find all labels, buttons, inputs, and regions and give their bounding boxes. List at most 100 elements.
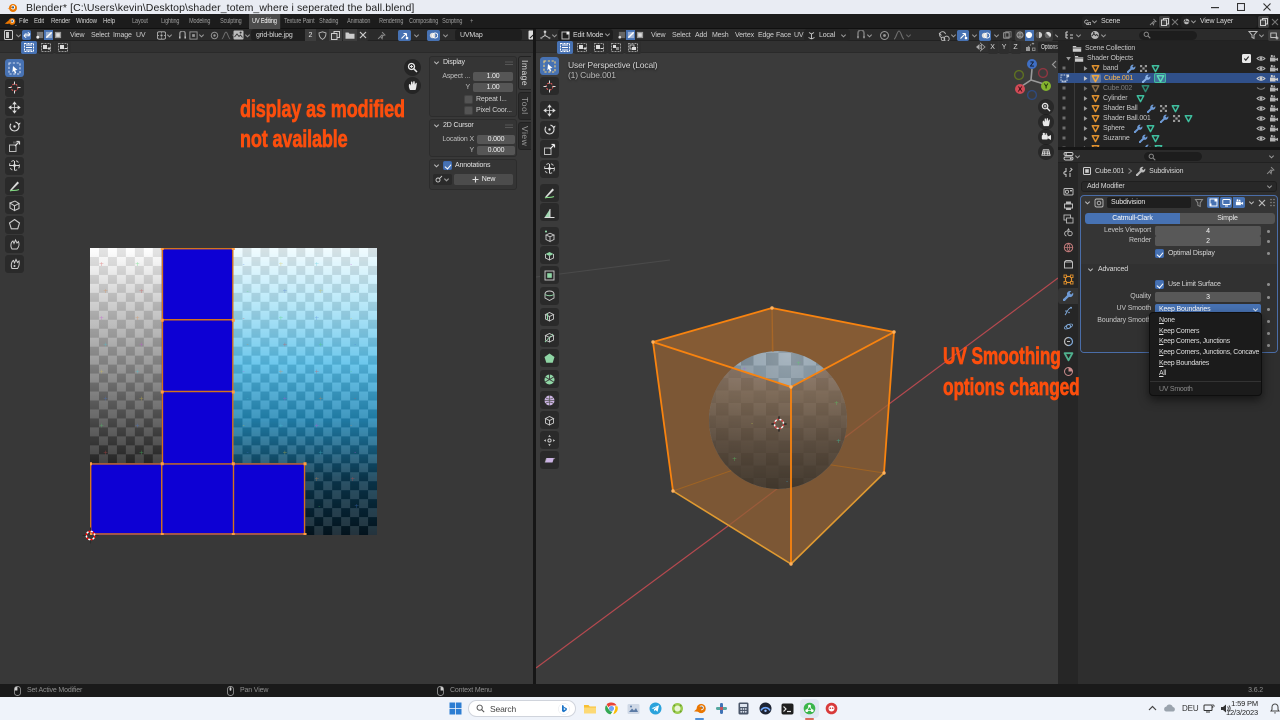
tab-particles-icon[interactable]: [1063, 306, 1074, 317]
simple-button[interactable]: Simple: [1180, 213, 1275, 224]
disclosure-triangle-icon[interactable]: [1082, 125, 1089, 132]
vp-tool-spin[interactable]: [540, 370, 559, 388]
network-tray-icon[interactable]: [1203, 703, 1215, 714]
uv-image-canvas[interactable]: + + - + + - + + - + + - + + - + + - + + …: [90, 248, 377, 535]
properties-search-input[interactable]: [1144, 152, 1202, 161]
show-overlays-toggle[interactable]: [979, 30, 991, 41]
disable-render-icon[interactable]: [1269, 54, 1279, 63]
visibility-icon[interactable]: [938, 31, 950, 41]
shading-solid-button[interactable]: [1025, 30, 1035, 41]
editor-type-chevron-icon[interactable]: [1075, 32, 1082, 39]
snap-magnet-icon[interactable]: [856, 30, 866, 40]
menu-window[interactable]: Window: [76, 18, 97, 25]
vp-tool-measure[interactable]: [540, 203, 559, 221]
outliner-row-cube-002[interactable]: Cube.002: [1058, 83, 1280, 93]
menu-item-none[interactable]: None: [1150, 315, 1261, 326]
select-mode-new-button[interactable]: [21, 41, 37, 54]
workspace-tab-shading[interactable]: Shading: [316, 14, 341, 29]
image-open-button[interactable]: [343, 29, 357, 41]
disclosure-triangle-icon[interactable]: [1082, 85, 1089, 92]
display-realtime-toggle[interactable]: [1220, 197, 1232, 208]
uv-tool-select-box[interactable]: [5, 59, 24, 77]
tab-render-icon[interactable]: [1063, 186, 1074, 197]
uv-select-edge-button[interactable]: [44, 30, 53, 40]
mirror-z-button[interactable]: Z: [1011, 41, 1021, 54]
uv-menu-image[interactable]: Image: [113, 32, 132, 39]
vp-menu-face[interactable]: Face: [776, 32, 791, 39]
proportional-editing-icon[interactable]: [879, 30, 890, 41]
close-button[interactable]: [1254, 0, 1280, 14]
vp-tool-move[interactable]: [540, 101, 559, 119]
menu-item-keep-corners-junctions-concave[interactable]: Keep Corners, Junctions, Concave: [1150, 347, 1261, 358]
sidebar-collapse-arrow[interactable]: [1051, 60, 1057, 69]
vp-tool-transform[interactable]: [540, 160, 559, 178]
vp-menu-vertex[interactable]: Vertex: [735, 32, 754, 39]
overlays-chevron-icon[interactable]: [993, 32, 1000, 39]
image-browse-chevron-icon[interactable]: [244, 32, 251, 39]
image-name-field[interactable]: grid-blue.jpg: [251, 29, 305, 41]
vp-tool-knife[interactable]: [540, 329, 559, 347]
uv-tool-rip-region[interactable]: [5, 196, 24, 214]
image-browse-icon[interactable]: [233, 30, 244, 40]
menu-item-keep-corners[interactable]: Keep Corners: [1150, 326, 1261, 337]
edge-select-button[interactable]: [626, 30, 635, 40]
editor-type-chevron-icon[interactable]: [551, 32, 558, 39]
vp-tool-annotate[interactable]: [540, 184, 559, 202]
properties-pin-icon[interactable]: [1266, 166, 1275, 175]
shading-wireframe-button[interactable]: [1015, 30, 1025, 41]
vp-menu-add[interactable]: Add: [695, 32, 707, 39]
vp-tool-add-cube[interactable]: [540, 227, 559, 245]
breadcrumb-modifier[interactable]: Subdivision: [1149, 168, 1183, 175]
vp-menu-view[interactable]: View: [651, 32, 665, 39]
tab-tool-icon[interactable]: [1063, 167, 1074, 178]
outliner-row-partial[interactable]: [1058, 143, 1280, 147]
aspect-y-value[interactable]: 1.00: [473, 83, 513, 92]
select-mode-subtract-button[interactable]: [55, 41, 71, 54]
panel-drag-icon[interactable]: [505, 61, 513, 66]
disable-render-icon[interactable]: [1269, 84, 1279, 93]
snap-target-icon[interactable]: [189, 31, 198, 40]
workspace-tab-uv-editing[interactable]: UV Editing: [249, 14, 280, 29]
uv-sync-selection-toggle[interactable]: [22, 30, 31, 40]
display-edit-mode-toggle[interactable]: [1207, 197, 1219, 208]
uv-menu-view[interactable]: View: [70, 32, 84, 39]
tab-view-layer-icon[interactable]: [1063, 214, 1074, 225]
falloff-chevron-icon[interactable]: [905, 32, 912, 39]
snap-magnet-icon[interactable]: [178, 31, 187, 40]
modifier-extras-chevron-icon[interactable]: [1248, 199, 1255, 206]
workspace-tab-rendering[interactable]: Rendering: [376, 14, 406, 29]
workspace-tab-animation[interactable]: Animation: [344, 14, 373, 29]
hide-viewport-icon[interactable]: [1256, 134, 1266, 143]
uv-tool-pinch[interactable]: [5, 255, 24, 273]
uv-map-field[interactable]: UVMap: [455, 29, 522, 41]
gizmo-neg-x-axis[interactable]: [1039, 69, 1048, 78]
taskbar-powertoys[interactable]: [712, 699, 731, 718]
editor-type-chevron-icon[interactable]: [1074, 153, 1081, 160]
pin-icon[interactable]: [1149, 18, 1157, 26]
xray-toggle[interactable]: [1002, 30, 1013, 41]
hide-viewport-icon[interactable]: [1256, 74, 1266, 83]
orientation-selector[interactable]: Local: [804, 29, 850, 41]
catmull-clark-button[interactable]: Catmull-Clark: [1085, 213, 1180, 224]
keyframe-dot[interactable]: [1267, 320, 1270, 323]
display-channels-icon[interactable]: [528, 30, 533, 40]
hide-viewport-closed-icon[interactable]: [1256, 84, 1266, 93]
image-fake-user-button[interactable]: [316, 29, 329, 41]
vp-menu-uv[interactable]: UV: [794, 32, 803, 39]
taskbar-telegram[interactable]: [646, 699, 665, 718]
vp-menu-mesh[interactable]: Mesh: [712, 32, 729, 39]
mirror-y-button[interactable]: Y: [999, 41, 1009, 54]
modifier-drag-icon[interactable]: [1269, 198, 1276, 207]
keyframe-dot[interactable]: [1267, 296, 1270, 299]
vp-menu-edge[interactable]: Edge: [758, 32, 774, 39]
select-mode-subtract-button[interactable]: [591, 41, 607, 54]
uv-select-vertex-button[interactable]: [35, 30, 44, 40]
tab-physics-icon[interactable]: [1063, 321, 1074, 332]
tray-expand-icon[interactable]: [1148, 705, 1157, 711]
snap-chevron-icon[interactable]: [198, 32, 205, 39]
uv-select-face-button[interactable]: [53, 30, 62, 40]
vp-tool-bevel[interactable]: [540, 287, 559, 305]
cursor-y-value[interactable]: 0.000: [477, 146, 515, 155]
proportional-editing-icon[interactable]: [210, 31, 219, 40]
tray-language[interactable]: DEU: [1182, 704, 1198, 713]
